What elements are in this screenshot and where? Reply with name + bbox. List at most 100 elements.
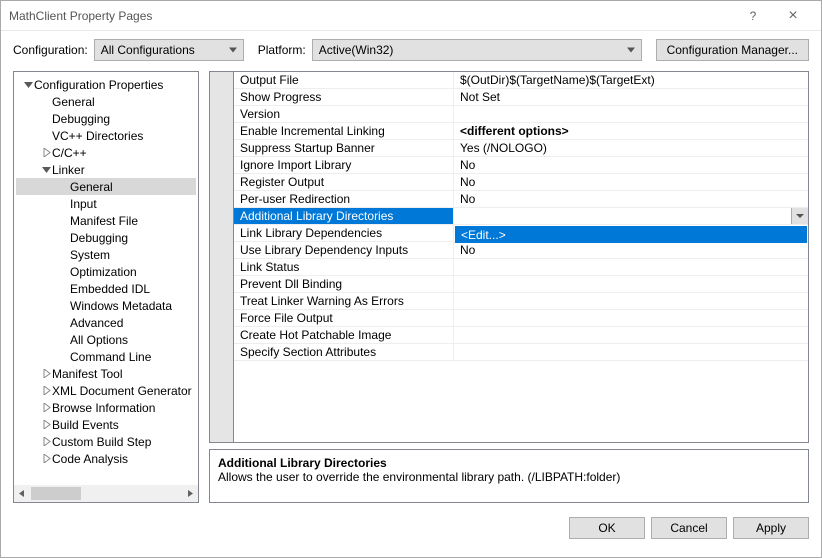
help-button[interactable]: ?: [733, 2, 773, 30]
expander-closed-icon[interactable]: [40, 369, 52, 378]
expander-open-icon[interactable]: [22, 80, 34, 89]
property-row[interactable]: Link Status: [234, 259, 808, 276]
property-row[interactable]: Prevent Dll Binding: [234, 276, 808, 293]
tree-item[interactable]: Embedded IDL: [16, 280, 196, 297]
expander-closed-icon[interactable]: [40, 437, 52, 446]
property-name: Link Status: [234, 259, 454, 275]
property-row[interactable]: Specify Section Attributes: [234, 344, 808, 361]
tree-item-label: Browse Information: [52, 401, 155, 415]
expander-closed-icon[interactable]: [40, 386, 52, 395]
property-row[interactable]: Treat Linker Warning As Errors: [234, 293, 808, 310]
property-row[interactable]: Enable Incremental Linking<different opt…: [234, 123, 808, 140]
ok-button[interactable]: OK: [569, 517, 645, 539]
tree-item[interactable]: Manifest Tool: [16, 365, 196, 382]
tree-item[interactable]: General: [16, 178, 196, 195]
tree-item[interactable]: All Options: [16, 331, 196, 348]
expander-open-icon[interactable]: [40, 165, 52, 174]
tree-item[interactable]: Configuration Properties: [16, 76, 196, 93]
tree-item-label: Advanced: [70, 316, 123, 330]
expander-closed-icon[interactable]: [40, 454, 52, 463]
property-value[interactable]: [454, 106, 808, 122]
tree-item[interactable]: XML Document Generator: [16, 382, 196, 399]
property-row[interactable]: Ignore Import LibraryNo: [234, 157, 808, 174]
scroll-track[interactable]: [31, 485, 181, 502]
chevron-down-icon: [229, 48, 237, 53]
configuration-combo[interactable]: All Configurations: [94, 39, 244, 61]
property-name: Show Progress: [234, 89, 454, 105]
property-row[interactable]: Version: [234, 106, 808, 123]
tree-item-label: Input: [70, 197, 97, 211]
tree-item[interactable]: Custom Build Step: [16, 433, 196, 450]
expander-closed-icon[interactable]: [40, 420, 52, 429]
property-value[interactable]: [454, 327, 808, 343]
tree-item[interactable]: General: [16, 93, 196, 110]
property-name: Ignore Import Library: [234, 157, 454, 173]
tree-item[interactable]: Code Analysis: [16, 450, 196, 467]
property-value[interactable]: No: [454, 174, 808, 190]
property-value[interactable]: Not Set: [454, 89, 808, 105]
chevron-down-icon: [627, 48, 635, 53]
property-name: Prevent Dll Binding: [234, 276, 454, 292]
tree-item[interactable]: Linker: [16, 161, 196, 178]
property-grid[interactable]: Output File$(OutDir)$(TargetName)$(Targe…: [234, 72, 808, 442]
property-value[interactable]: [454, 293, 808, 309]
configuration-tree[interactable]: Configuration PropertiesGeneralDebugging…: [14, 72, 198, 484]
dropdown-edit-item[interactable]: <Edit...>: [455, 226, 807, 243]
tree-item[interactable]: Manifest File: [16, 212, 196, 229]
tree-item[interactable]: Advanced: [16, 314, 196, 331]
expander-closed-icon[interactable]: [40, 148, 52, 157]
property-row[interactable]: Show ProgressNot Set: [234, 89, 808, 106]
platform-value: Active(Win32): [319, 43, 394, 57]
apply-button[interactable]: Apply: [733, 517, 809, 539]
tree-item[interactable]: Browse Information: [16, 399, 196, 416]
property-value[interactable]: [454, 310, 808, 326]
property-row[interactable]: Create Hot Patchable Image: [234, 327, 808, 344]
scroll-thumb[interactable]: [31, 487, 81, 500]
property-value[interactable]: No: [454, 191, 808, 207]
property-value[interactable]: $(OutDir)$(TargetName)$(TargetExt): [454, 72, 808, 88]
property-row[interactable]: Register OutputNo: [234, 174, 808, 191]
tree-horizontal-scrollbar[interactable]: [14, 485, 198, 502]
scroll-left-arrow-icon[interactable]: [14, 485, 31, 502]
property-name: Specify Section Attributes: [234, 344, 454, 360]
property-row[interactable]: Force File Output: [234, 310, 808, 327]
tree-item[interactable]: System: [16, 246, 196, 263]
property-value[interactable]: <different options>: [454, 123, 808, 139]
property-value[interactable]: [454, 208, 808, 224]
property-row[interactable]: Additional Library Directories: [234, 208, 808, 225]
dropdown-button[interactable]: [791, 208, 808, 224]
close-button[interactable]: ×: [773, 2, 813, 30]
grid-gutter: [210, 72, 234, 442]
tree-item[interactable]: Optimization: [16, 263, 196, 280]
property-name: Enable Incremental Linking: [234, 123, 454, 139]
property-value[interactable]: No: [454, 242, 808, 258]
tree-item[interactable]: Windows Metadata: [16, 297, 196, 314]
tree-item[interactable]: VC++ Directories: [16, 127, 196, 144]
property-value[interactable]: No: [454, 157, 808, 173]
tree-item[interactable]: Command Line: [16, 348, 196, 365]
property-row[interactable]: Per-user RedirectionNo: [234, 191, 808, 208]
property-row[interactable]: Use Library Dependency InputsNo: [234, 242, 808, 259]
tree-item[interactable]: Debugging: [16, 229, 196, 246]
property-row[interactable]: Output File$(OutDir)$(TargetName)$(Targe…: [234, 72, 808, 89]
tree-item-label: XML Document Generator: [52, 384, 192, 398]
tree-item[interactable]: Debugging: [16, 110, 196, 127]
property-name: Register Output: [234, 174, 454, 190]
cancel-button[interactable]: Cancel: [651, 517, 727, 539]
tree-item[interactable]: C/C++: [16, 144, 196, 161]
expander-closed-icon[interactable]: [40, 403, 52, 412]
scroll-right-arrow-icon[interactable]: [181, 485, 198, 502]
property-row[interactable]: Suppress Startup BannerYes (/NOLOGO): [234, 140, 808, 157]
platform-combo[interactable]: Active(Win32): [312, 39, 642, 61]
tree-item[interactable]: Input: [16, 195, 196, 212]
tree-item[interactable]: Build Events: [16, 416, 196, 433]
property-value[interactable]: [454, 259, 808, 275]
property-value[interactable]: [454, 276, 808, 292]
tree-item-label: Optimization: [70, 265, 137, 279]
tree-item-label: Debugging: [70, 231, 128, 245]
property-value[interactable]: Yes (/NOLOGO): [454, 140, 808, 156]
property-value[interactable]: [454, 344, 808, 360]
configuration-manager-button[interactable]: Configuration Manager...: [656, 39, 809, 61]
tree-item-label: Configuration Properties: [34, 78, 163, 92]
tree-item-label: Code Analysis: [52, 452, 128, 466]
